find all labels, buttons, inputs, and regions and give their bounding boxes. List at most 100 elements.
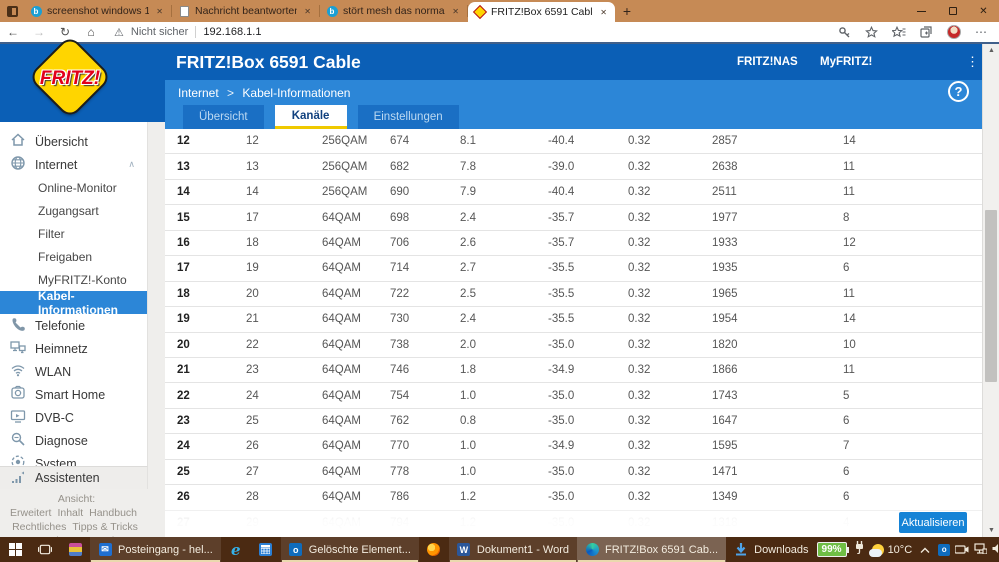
browser-tab[interactable]: FRITZ!Box 6591 Cable ✕ <box>468 2 615 22</box>
sidebar-item-heimnetz[interactable]: Heimnetz <box>0 337 147 360</box>
table-row[interactable]: 16 18 64QAM 706 2.6 -35.7 0.32 1933 12 <box>165 231 982 257</box>
scroll-up-icon[interactable]: ▲ <box>983 44 999 57</box>
taskbar-ie-button[interactable]: e <box>221 537 251 562</box>
table-row[interactable]: 17 19 64QAM 714 2.7 -35.5 0.32 1935 6 <box>165 256 982 282</box>
table-cell: -34.9 <box>548 440 575 453</box>
back-icon[interactable]: ← <box>0 25 26 39</box>
refresh-button[interactable]: Aktualisieren <box>899 512 967 533</box>
table-cell: 1965 <box>712 287 738 300</box>
sidebar-item-dvbc[interactable]: DVB-C <box>0 406 147 429</box>
taskbar-mail-button[interactable]: ✉ Posteingang - hel... <box>90 537 221 562</box>
footer-link[interactable]: Rechtliches <box>12 521 66 533</box>
table-row[interactable]: 21 23 64QAM 746 1.8 -34.9 0.32 1866 11 <box>165 358 982 384</box>
sidebar-item-internet[interactable]: Internet ∧ <box>0 153 147 176</box>
taskbar-word-button[interactable]: W Dokument1 - Word <box>448 537 578 562</box>
sidebar-item-diagnose[interactable]: Diagnose <box>0 429 147 452</box>
table-cell: 0.32 <box>628 262 651 275</box>
sidebar-item-smarthome[interactable]: Smart Home <box>0 383 147 406</box>
settings-menu-icon[interactable]: ⋯ <box>975 25 987 39</box>
taskbar-edge-button[interactable]: FRITZ!Box 6591 Cab... <box>577 537 727 562</box>
fritz-tab-kanle[interactable]: Kanäle <box>274 105 347 129</box>
table-row[interactable]: 23 25 64QAM 762 0.8 -35.0 0.32 1647 6 <box>165 409 982 435</box>
browser-tab[interactable]: Nachricht beantworten - Vodafo ✕ <box>172 0 319 22</box>
tab-close-icon[interactable]: ✕ <box>154 7 165 16</box>
footer-link[interactable]: Handbuch <box>89 507 137 519</box>
favorites-list-icon[interactable] <box>892 25 906 39</box>
fritz-tab-einstellungen[interactable]: Einstellungen <box>357 105 459 129</box>
table-row[interactable]: 12 12 256QAM 674 8.1 -40.4 0.32 2857 14 <box>165 129 982 155</box>
taskbar-winrar-button[interactable] <box>60 537 90 562</box>
battery-indicator[interactable]: 99% <box>816 542 849 557</box>
myfritz-link[interactable]: MyFRITZ! <box>820 44 872 80</box>
table-row[interactable]: 14 14 256QAM 690 7.9 -40.4 0.32 2511 11 <box>165 180 982 206</box>
table-row[interactable]: 24 26 64QAM 770 1.0 -34.9 0.32 1595 7 <box>165 434 982 460</box>
minimize-button[interactable] <box>906 0 937 22</box>
table-cell: -40.4 <box>548 135 575 148</box>
tray-expand-chevron-icon[interactable] <box>920 541 930 559</box>
table-cell: -40.4 <box>548 186 575 199</box>
table-cell: 15 <box>177 211 190 224</box>
sidebar-item-telefonie[interactable]: Telefonie <box>0 314 147 337</box>
password-key-icon[interactable] <box>838 26 851 39</box>
table-row[interactable]: 22 24 64QAM 754 1.0 -35.0 0.32 1743 5 <box>165 383 982 409</box>
breadcrumb-section[interactable]: Internet <box>178 86 219 100</box>
taskbar-button-label: Posteingang - hel... <box>118 543 213 556</box>
vertical-tabs-icon[interactable] <box>0 0 24 22</box>
forward-icon[interactable]: → <box>26 25 52 39</box>
weather-widget[interactable]: 10°C <box>868 543 912 557</box>
footer-link[interactable]: Inhalt <box>57 507 83 519</box>
favorite-star-icon[interactable] <box>865 25 878 39</box>
profile-avatar[interactable] <box>947 25 961 39</box>
collections-icon[interactable] <box>920 25 933 39</box>
sidebar-subitem-freigaben[interactable]: Freigaben <box>0 245 147 268</box>
outlook-tray-icon[interactable]: o <box>938 543 951 556</box>
new-tab-button[interactable]: + <box>615 0 639 22</box>
sidebar-subitem-zugangsart[interactable]: Zugangsart <box>0 199 147 222</box>
table-row[interactable]: 19 21 64QAM 730 2.4 -35.5 0.32 1954 14 <box>165 307 982 333</box>
menu-dots-icon[interactable]: ⋮ <box>966 44 979 80</box>
sidebar-item-assistenten[interactable]: Assistenten <box>0 466 148 489</box>
help-button[interactable]: ? <box>948 81 969 102</box>
refresh-icon[interactable]: ↻ <box>52 25 78 39</box>
sidebar-item-bersicht[interactable]: Übersicht <box>0 130 147 153</box>
volume-tray-icon[interactable] <box>992 541 999 559</box>
footer-link[interactable]: Tipps & Tricks <box>72 521 138 533</box>
camera-tray-icon[interactable] <box>954 541 969 559</box>
taskbar-calendar-button[interactable] <box>251 537 281 562</box>
table-cell: 762 <box>390 415 410 428</box>
tab-close-icon[interactable]: ✕ <box>302 7 313 16</box>
table-cell: 14 <box>177 186 190 199</box>
fritznas-link[interactable]: FRITZ!NAS <box>737 44 798 80</box>
table-cell: 0.32 <box>628 135 651 148</box>
table-cell: 714 <box>390 262 410 275</box>
table-cell: 14 <box>843 313 856 326</box>
sidebar-subitem-filter[interactable]: Filter <box>0 222 147 245</box>
browser-scrollbar[interactable]: ▲ ▼ <box>982 44 999 537</box>
sidebar-subitem-onlinemonitor[interactable]: Online-Monitor <box>0 176 147 199</box>
taskbar-start-button[interactable] <box>0 537 30 562</box>
taskbar-downloads-button[interactable]: Downloads <box>726 537 816 562</box>
sidebar-item-wlan[interactable]: WLAN <box>0 360 147 383</box>
home-icon[interactable]: ⌂ <box>78 25 104 39</box>
taskbar-firefox-button[interactable] <box>419 537 449 562</box>
browser-tab[interactable]: b screenshot windows 10 - Bing ✕ <box>24 0 171 22</box>
sidebar-subitem-kabelinformationen[interactable]: Kabel-Informationen <box>0 289 147 317</box>
scrollbar-thumb[interactable] <box>985 210 997 382</box>
table-row[interactable]: 15 17 64QAM 698 2.4 -35.7 0.32 1977 8 <box>165 205 982 231</box>
table-row[interactable]: 25 27 64QAM 778 1.0 -35.0 0.32 1471 6 <box>165 460 982 486</box>
sidebar-item-label: Internet <box>35 157 78 172</box>
fritz-tab-bersicht[interactable]: Übersicht <box>183 105 264 129</box>
tab-close-icon[interactable]: ✕ <box>450 7 461 16</box>
taskbar-outlook-button[interactable]: o Gelöschte Element... <box>280 537 419 562</box>
browser-tab[interactable]: b stört mesh das normalen wlan e ✕ <box>320 0 467 22</box>
scroll-down-icon[interactable]: ▼ <box>983 524 999 537</box>
table-row[interactable]: 18 20 64QAM 722 2.5 -35.5 0.32 1965 11 <box>165 282 982 308</box>
network-tray-icon[interactable] <box>974 541 988 559</box>
tab-close-icon[interactable]: ✕ <box>598 8 609 17</box>
taskbar-taskview-button[interactable] <box>30 537 60 562</box>
table-row[interactable]: 13 13 256QAM 682 7.8 -39.0 0.32 2638 11 <box>165 154 982 180</box>
table-row[interactable]: 20 22 64QAM 738 2.0 -35.0 0.32 1820 10 <box>165 333 982 358</box>
url-field[interactable]: ⚠ Nicht sicher 192.168.1.1 <box>114 26 838 39</box>
close-button[interactable]: ✕ <box>968 0 999 22</box>
maximize-button[interactable] <box>937 0 968 22</box>
